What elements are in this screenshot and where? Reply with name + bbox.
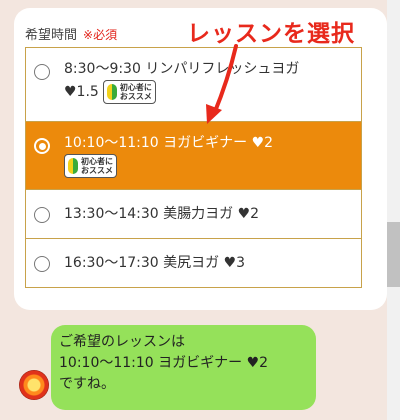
chat-line: ご希望のレッスンは xyxy=(59,334,185,350)
bot-avatar xyxy=(19,370,49,400)
chat-line: ですね。 xyxy=(59,376,115,392)
chat-bubble: ご希望のレッスンは 10:10〜11:10 ヨガビギナー ♥2 ですね。 xyxy=(51,325,316,410)
scrollbar-track[interactable] xyxy=(387,0,400,420)
scrollbar-thumb[interactable] xyxy=(387,222,400,287)
chat-line: 10:10〜11:10 ヨガビギナー ♥2 xyxy=(59,355,269,371)
